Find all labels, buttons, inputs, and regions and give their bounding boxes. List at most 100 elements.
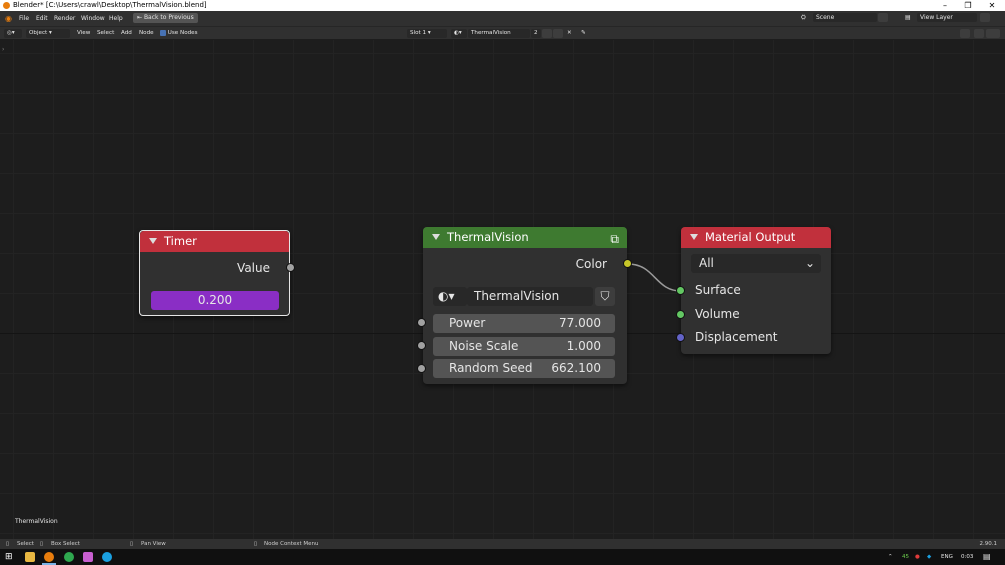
window-title-bar: Blender* [C:\Users\crawl\Desktop\Thermal…	[0, 0, 1005, 11]
object-mode-dropdown[interactable]: Object ▾	[26, 29, 70, 38]
tray-network-icon[interactable]: ◆	[927, 549, 931, 565]
close-button[interactable]: ✕	[980, 0, 1004, 11]
menu-edit[interactable]: Edit	[36, 11, 48, 26]
menu-help[interactable]: Help	[109, 11, 123, 26]
overlay-icon[interactable]	[960, 29, 970, 38]
thermalvision-node-title: ThermalVision	[447, 230, 529, 244]
language-indicator[interactable]: ENG	[941, 549, 953, 565]
tray-counter[interactable]: 45	[902, 549, 909, 565]
timer-node-header[interactable]: Timer	[140, 231, 289, 252]
windows-start-icon[interactable]: ⊞	[5, 549, 13, 565]
random-seed-value: 662.100	[551, 361, 601, 375]
group-browse-button[interactable]: ◐▾	[433, 287, 467, 306]
mouse-right-icon: ▯	[254, 541, 258, 547]
timer-node-title: Timer	[164, 234, 197, 248]
noise-scale-input-socket[interactable]	[417, 341, 426, 350]
surface-input-socket[interactable]	[676, 286, 685, 295]
timer-node[interactable]: Timer Value 0.200	[139, 230, 290, 316]
file-explorer-icon[interactable]	[25, 552, 35, 562]
messenger-icon[interactable]	[102, 552, 112, 562]
back-to-previous-button[interactable]: ⇤ Back to Previous	[133, 13, 198, 23]
back-icon: ⇤	[137, 14, 144, 21]
material-output-node-title: Material Output	[705, 230, 796, 244]
mouse-left-icon: ▯	[6, 541, 10, 547]
blender-menu-icon[interactable]: ◉	[5, 11, 12, 26]
menu-view[interactable]: View	[77, 27, 90, 40]
power-input-socket[interactable]	[417, 318, 426, 327]
material-name-field[interactable]: ThermalVision	[468, 29, 530, 38]
new-scene-icon[interactable]	[878, 13, 888, 22]
windows-taskbar: ⊞ ⌃ 45 ● ◆ ENG 0:03 ▤	[0, 549, 1005, 565]
notifications-icon[interactable]: ▤	[983, 549, 991, 565]
blender-logo-icon	[3, 2, 10, 9]
menu-add[interactable]: Add	[121, 27, 132, 40]
timer-value-output-socket[interactable]	[286, 263, 295, 272]
power-value: 77.000	[559, 316, 601, 330]
thermalvision-color-output-socket[interactable]	[623, 259, 632, 268]
noise-scale-field[interactable]: Noise Scale 1.000	[433, 337, 615, 356]
menu-window[interactable]: Window	[81, 11, 105, 26]
random-seed-input-socket[interactable]	[417, 364, 426, 373]
maximize-button[interactable]: ❐	[956, 0, 980, 11]
volume-input-socket[interactable]	[676, 310, 685, 319]
chrome-icon[interactable]	[64, 552, 74, 562]
timer-value: 0.200	[197, 293, 233, 307]
output-target-dropdown[interactable]: All ⌄	[691, 254, 821, 273]
noise-scale-value: 1.000	[566, 339, 601, 353]
power-field[interactable]: Power 77.000	[433, 314, 615, 333]
output-target-value: All	[699, 256, 714, 270]
scene-field[interactable]: Scene	[813, 13, 877, 22]
status-bar: ▯ Select ▯ Box Select ▯ Pan View ▯ Node …	[0, 539, 1005, 549]
use-nodes-label: Use Nodes	[167, 30, 198, 36]
status-box-select: Box Select	[51, 541, 80, 547]
node-group-icon[interactable]: ⧉	[610, 229, 619, 250]
top-menu-bar: ◉ File Edit Render Window Help ⇤ Back to…	[0, 11, 1005, 26]
canvas-material-label: ThermalVision	[15, 518, 58, 525]
blender-taskbar-icon[interactable]	[44, 552, 54, 562]
sidebar-toggle-icon[interactable]: ›	[2, 46, 4, 53]
menu-node[interactable]: Node	[139, 27, 154, 40]
menu-select[interactable]: Select	[97, 27, 114, 40]
duplicate-material-icon[interactable]	[553, 29, 563, 38]
pin-icon[interactable]: ✎	[578, 29, 588, 38]
tray-expand-icon[interactable]: ⌃	[888, 549, 893, 565]
menu-file[interactable]: File	[19, 11, 29, 26]
displacement-input-socket[interactable]	[676, 333, 685, 342]
fake-user-icon[interactable]	[542, 29, 552, 38]
app-icon[interactable]	[83, 552, 93, 562]
material-user-count[interactable]: 2	[531, 29, 541, 38]
slot-dropdown[interactable]: Slot 1 ▾	[407, 29, 447, 38]
collapse-triangle-icon[interactable]	[690, 234, 698, 240]
scene-selector-icon[interactable]: ⛭	[798, 13, 812, 22]
editor-type-icon[interactable]: ◎▾	[4, 29, 22, 38]
view-options-icon[interactable]	[986, 29, 1000, 38]
node-tree-icon: ◐▾	[438, 289, 455, 303]
material-browse-icon[interactable]: ◐▾	[451, 29, 467, 38]
fake-user-shield-icon[interactable]: ⛉	[595, 287, 615, 306]
group-name-field[interactable]: ThermalVision	[467, 287, 593, 306]
random-seed-label: Random Seed	[449, 361, 533, 375]
tray-alert-icon[interactable]: ●	[915, 549, 920, 565]
timer-value-field[interactable]: 0.200	[151, 291, 279, 310]
random-seed-field[interactable]: Random Seed 662.100	[433, 359, 615, 378]
collapse-triangle-icon[interactable]	[432, 234, 440, 240]
collapse-triangle-icon[interactable]	[149, 238, 157, 244]
new-view-layer-icon[interactable]	[980, 13, 990, 22]
surface-input-label: Surface	[695, 283, 741, 297]
checkbox-checked-icon	[160, 29, 166, 36]
back-to-previous-label: Back to Previous	[143, 14, 194, 21]
clock[interactable]: 0:03	[961, 549, 973, 565]
view-layer-icon[interactable]: ▤	[902, 13, 916, 22]
unlink-material-icon[interactable]: ✕	[564, 29, 574, 38]
use-nodes-checkbox[interactable]: Use Nodes	[160, 27, 198, 40]
thermalvision-node-header[interactable]: ThermalVision ⧉	[423, 227, 627, 248]
mouse-middle-icon: ▯	[130, 541, 134, 547]
view-layer-field[interactable]: View Layer	[917, 13, 977, 22]
material-output-node-header[interactable]: Material Output	[681, 227, 831, 248]
snap-icon[interactable]	[974, 29, 984, 38]
thermalvision-group-node[interactable]: ThermalVision ⧉ Color ◐▾ ThermalVision ⛉…	[423, 227, 627, 384]
material-output-node[interactable]: Material Output All ⌄ Surface Volume Dis…	[681, 227, 831, 354]
timer-value-output-label: Value	[237, 261, 270, 275]
minimize-button[interactable]: –	[933, 0, 957, 11]
menu-render[interactable]: Render	[54, 11, 75, 26]
